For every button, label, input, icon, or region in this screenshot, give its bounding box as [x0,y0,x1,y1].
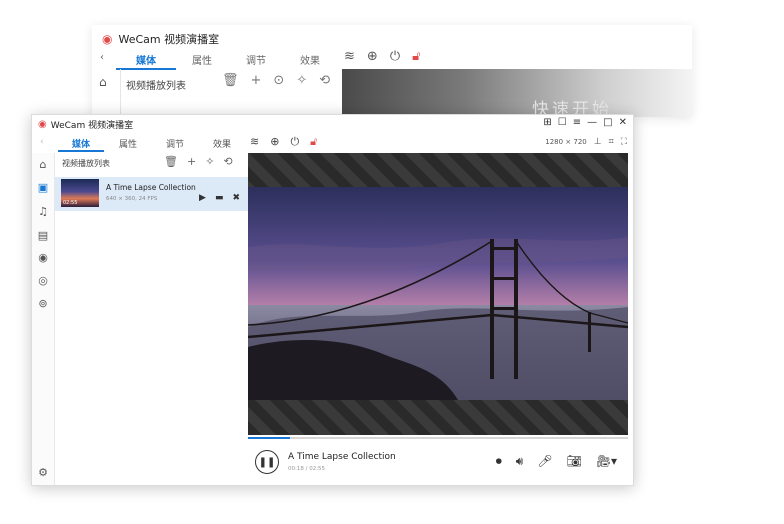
video-icon[interactable]: ▣ [37,181,49,194]
media-title: A Time Lapse Collection [106,183,196,192]
add-circle-icon[interactable]: ⊕ [367,49,378,64]
lock-icon[interactable]: 🔓︎ [412,49,420,64]
pause-button[interactable]: ❚❚ [255,450,279,474]
loop-icon[interactable]: ⟲ [223,155,232,168]
webcam-logo-icon: ◉ [102,32,113,46]
background-toolbar: ≋ ⊕ ⏻ 🔓︎ [344,49,421,64]
tab-media[interactable]: 媒体 [72,137,90,150]
music-icon[interactable]: ♫ [37,205,49,218]
image-icon[interactable]: ▤ [37,229,49,242]
power-icon[interactable]: ⏻ [290,135,299,149]
broadcast-icon[interactable]: ⊚ [37,297,49,310]
loop-icon[interactable]: ⟲ [319,73,330,88]
plus-icon[interactable]: + [251,73,262,88]
volume-icon[interactable]: 🔊︎ [516,454,524,469]
progress-bar[interactable] [248,437,628,439]
background-list-title: 视频播放列表 [126,81,186,92]
window-title-text: WeCam 视频演播室 [50,121,134,131]
webcam-logo-icon: ◉ [38,119,47,130]
tab-properties[interactable]: 属性 [119,137,137,150]
background-preview: 快速开始 [342,69,692,117]
background-title-text: WeCam 视频演播室 [118,33,220,46]
camera-icon[interactable]: ◉ [37,251,49,264]
add-circle-icon[interactable]: ⊕ [270,135,279,149]
resolution-bar: 1280 × 720 ⊥ ⌗ ⛶ [545,137,627,147]
now-playing-title: A Time Lapse Collection [288,452,396,462]
sidebar: ⌂ ▣ ♫ ▤ ◉ ◎ ⊚ ⚙ [32,153,55,485]
home-icon[interactable]: ⌂ [37,158,49,171]
remove-icon[interactable]: ✖ [232,193,240,203]
tab-underline [58,150,104,152]
list-item[interactable]: 02:55 A Time Lapse Collection 640 × 360,… [55,177,248,211]
background-window: ◉ WeCam 视频演播室 ‹ 媒体 属性 调节 效果 ≋ ⊕ ⏻ 🔓︎ ⌂ 视… [92,25,692,117]
media-info: 640 × 360, 24 FPS [106,196,158,202]
player-controls: ❚❚ A Time Lapse Collection 00:18 / 02:55… [248,441,633,485]
background-tab-media[interactable]: 媒体 [136,52,156,67]
background-tab-properties[interactable]: 属性 [192,52,212,67]
trash-icon[interactable]: 🗑︎ [222,73,239,88]
play-icon[interactable]: ▶ [199,193,206,203]
background-tab-adjust[interactable]: 调节 [246,52,266,67]
pin-window-icon[interactable]: ⊥ [594,137,602,147]
playlist-tools: 🗑︎ + ✧ ⟲ [164,155,233,168]
background-tab-underline [116,68,176,70]
back-icon[interactable]: ‹ [40,137,44,147]
plus-icon[interactable]: + [187,155,196,168]
video-thumbnail: 02:55 [61,179,99,207]
target-icon[interactable]: ⊙ [273,73,284,88]
background-window-title: ◉ WeCam 视频演播室 [102,31,219,47]
trash-icon[interactable]: 🗑︎ [164,155,178,168]
resolution-text: 1280 × 720 [545,138,587,146]
pin-icon[interactable]: ✧ [205,155,214,168]
menu-icon[interactable]: ≡ [573,117,581,128]
window-title: ◉ WeCam 视频演播室 [38,118,133,131]
maximize-icon[interactable]: □ [603,117,612,128]
playlist-title: 视频播放列表 [62,159,110,168]
player-actions: ⏺ 🔊︎ 🎤︎ 📷︎ 🎥︎▾ [496,454,617,469]
main-window: ◉ WeCam 视频演播室 ⊞ ☐ ≡ — □ ✕ ‹ 媒体 属性 调节 效果 … [31,114,634,486]
window-controls: ⊞ ☐ ≡ — □ ✕ [543,117,627,128]
tab-bar: ‹ 媒体 属性 调节 效果 [32,133,248,153]
background-tab-effects[interactable]: 效果 [300,52,320,67]
snapshot-icon[interactable]: ⊞ [543,117,551,128]
row-actions: ▶ ▬ ✖ [199,193,240,203]
title-bar[interactable]: ◉ WeCam 视频演播室 ⊞ ☐ ≡ — □ ✕ [32,115,633,133]
skin-icon[interactable]: ☐ [558,117,567,128]
screenshot-icon[interactable]: 📷︎ [567,454,582,469]
layers-icon[interactable]: ≋ [250,135,259,149]
background-sidebar: ⌂ [92,69,121,117]
main-toolbar: ≋ ⊕ ⏻ 🔓︎ [250,135,317,149]
microphone-icon[interactable]: 🎤︎ [537,454,552,469]
home-icon[interactable]: ⌂ [99,75,107,89]
close-icon[interactable]: ✕ [619,117,627,128]
video-frame [248,187,628,400]
progress-fill [248,437,290,439]
background-back-icon: ‹ [100,52,104,63]
capture-icon[interactable]: ◎ [37,274,49,287]
minimize-icon[interactable]: — [587,117,597,128]
pin-icon[interactable]: ✧ [296,73,307,88]
folder-icon[interactable]: ▬ [215,193,224,203]
lock-icon[interactable]: 🔓︎ [310,135,317,149]
webcam-dropdown-icon[interactable]: 🎥︎▾ [596,454,617,469]
video-preview[interactable] [248,153,628,435]
power-icon[interactable]: ⏻ [390,49,400,64]
stop-icon[interactable]: ⏺ [496,454,502,469]
tab-effects[interactable]: 效果 [213,137,231,150]
fullscreen-icon[interactable]: ⛶ [621,137,627,147]
tab-adjust[interactable]: 调节 [166,137,184,150]
background-list-tools: 🗑︎ + ⊙ ✧ ⟲ [222,73,330,88]
fit-screen-icon[interactable]: ⌗ [609,137,614,147]
settings-icon[interactable]: ⚙ [37,466,49,479]
pause-icon: ❚❚ [258,456,276,468]
thumbnail-duration: 02:55 [63,200,78,206]
layers-icon[interactable]: ≋ [344,49,355,64]
playback-time: 00:18 / 02:55 [288,466,326,472]
background-tab-bar: ‹ 媒体 属性 调节 效果 ≋ ⊕ ⏻ 🔓︎ [92,49,692,70]
